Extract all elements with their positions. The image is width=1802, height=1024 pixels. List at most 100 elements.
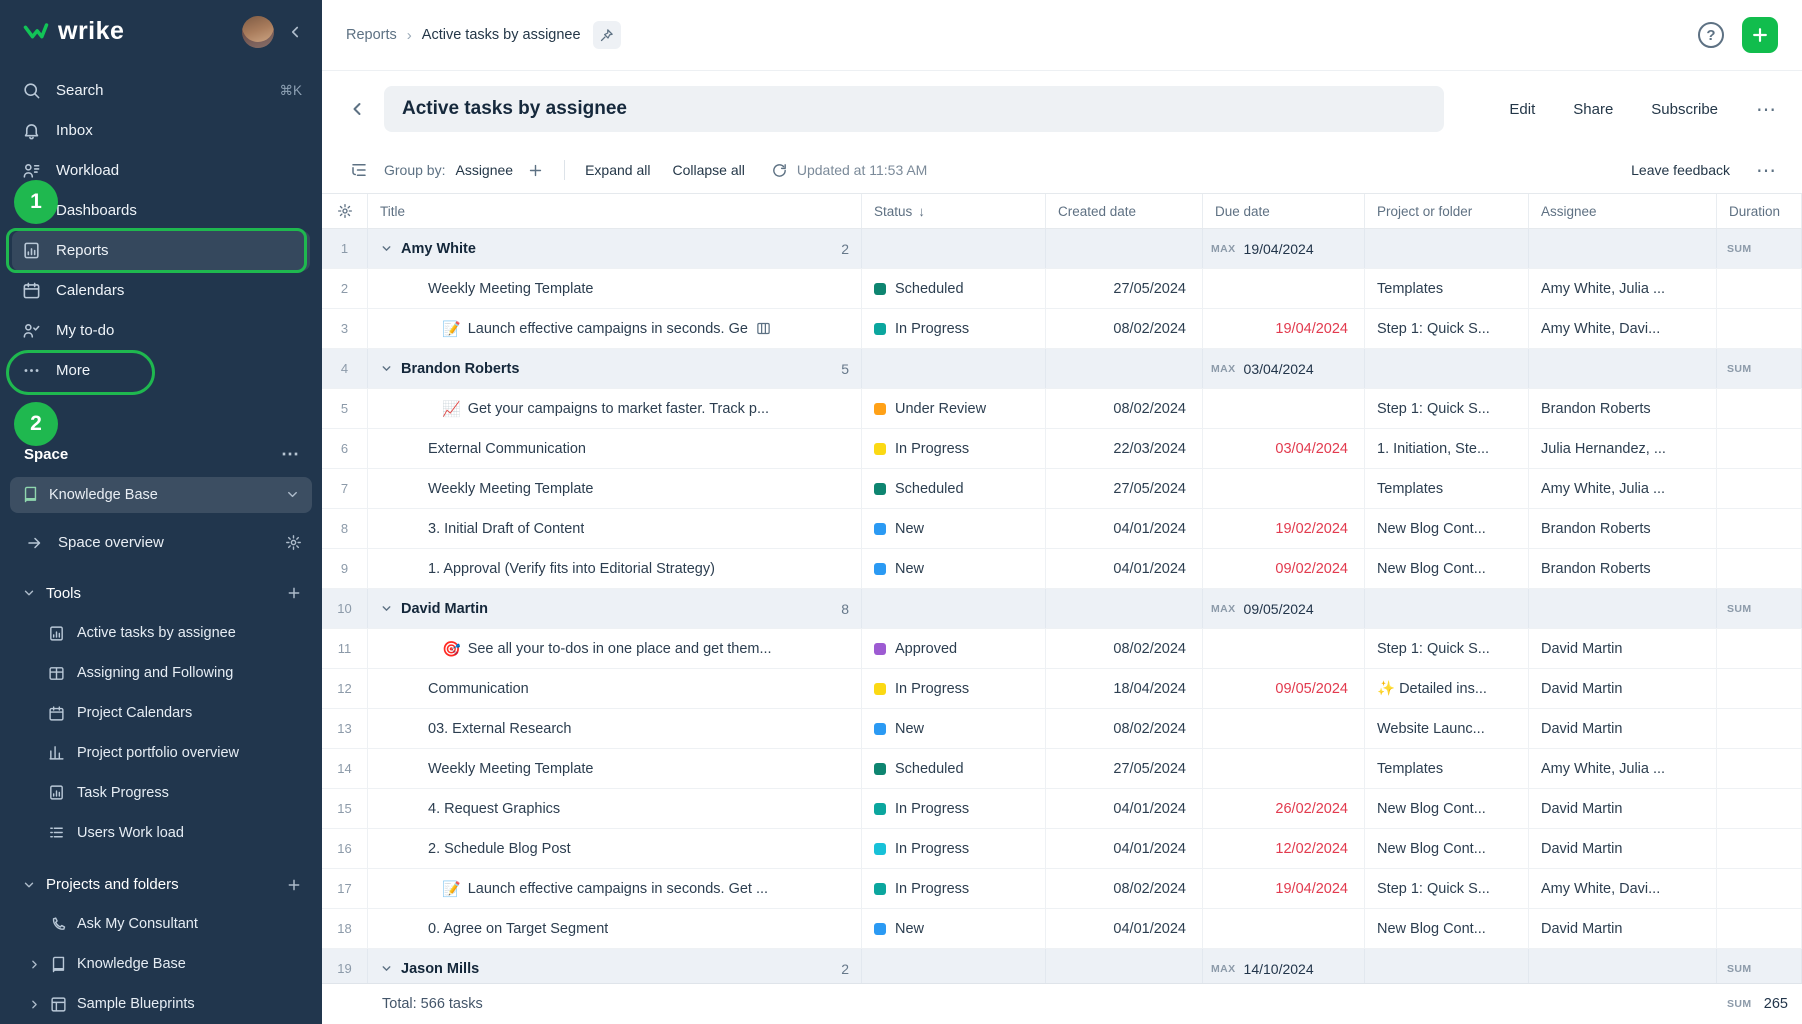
add-project-icon[interactable]	[286, 877, 302, 893]
assignee: David Martin	[1529, 829, 1717, 868]
list-icon	[48, 824, 65, 841]
group-row[interactable]: 10David Martin8MAX09/05/2024SUM	[322, 589, 1802, 629]
status-color-swatch	[874, 843, 886, 855]
column-header-created-date[interactable]: Created date	[1046, 194, 1203, 228]
breadcrumb-reports[interactable]: Reports	[346, 27, 397, 43]
task-row[interactable]: 11🎯See all your to-dos in one place and …	[322, 629, 1802, 669]
group-name: Jason Mills	[401, 961, 479, 977]
column-header-duration[interactable]: Duration	[1717, 194, 1802, 228]
sidebar-item-calendars[interactable]: Calendars	[0, 271, 322, 311]
projects-section-header[interactable]: Projects and folders	[0, 865, 322, 905]
cell-project	[1365, 589, 1529, 628]
sidebar-item-inbox[interactable]: Inbox	[0, 111, 322, 151]
collapse-group-icon[interactable]	[380, 362, 393, 375]
annotation-step-1: 1	[14, 180, 58, 224]
task-row[interactable]: 154. Request GraphicsIn Progress04/01/20…	[322, 789, 1802, 829]
add-grouping-icon[interactable]	[527, 162, 544, 179]
collapse-group-icon[interactable]	[380, 242, 393, 255]
task-row[interactable]: 17📝Launch effective campaigns in seconds…	[322, 869, 1802, 909]
sidebar-item-task-progress[interactable]: Task Progress	[0, 773, 322, 813]
sidebar-item-my-to-do[interactable]: My to-do	[0, 311, 322, 351]
sidebar-item-project-calendars[interactable]: Project Calendars	[0, 693, 322, 733]
target-icon: 🎯	[442, 640, 461, 658]
column-header-assignee[interactable]: Assignee	[1529, 194, 1717, 228]
group-by-value[interactable]: Assignee	[455, 162, 513, 178]
column-header-title[interactable]: Title	[368, 194, 862, 228]
created-date: 04/01/2024	[1046, 509, 1203, 548]
chevron-right-icon[interactable]	[28, 958, 42, 971]
tools-section-header[interactable]: Tools	[0, 573, 322, 613]
space-settings-gear-icon[interactable]	[285, 534, 302, 551]
sidebar-item-active-tasks-by-assignee[interactable]: Active tasks by assignee	[0, 613, 322, 653]
space-menu-icon[interactable]: ⋯	[281, 444, 300, 465]
task-row[interactable]: 83. Initial Draft of ContentNew04/01/202…	[322, 509, 1802, 549]
status-label: Scheduled	[895, 281, 964, 297]
collapse-group-icon[interactable]	[380, 602, 393, 615]
task-row[interactable]: 180. Agree on Target SegmentNew04/01/202…	[322, 909, 1802, 949]
sidebar-item-search[interactable]: Search ⌘K	[0, 71, 322, 111]
cell-title: David Martin8	[368, 589, 862, 628]
cell-num: 15	[322, 789, 368, 828]
sidebar-item-sample-blueprints[interactable]: Sample Blueprints	[0, 984, 322, 1024]
sidebar-nav: Search ⌘K Inbox Workload Dashboards Repo…	[0, 71, 322, 391]
column-header-due-date[interactable]: Due date	[1203, 194, 1365, 228]
collapse-group-icon[interactable]	[380, 962, 393, 975]
help-icon[interactable]: ?	[1698, 22, 1724, 48]
column-header-project-or-folder[interactable]: Project or folder	[1365, 194, 1529, 228]
sidebar-item-project-portfolio-overview[interactable]: Project portfolio overview	[0, 733, 322, 773]
pin-button[interactable]	[593, 21, 621, 49]
sidebar-item-ask-my-consultant[interactable]: Ask My Consultant	[0, 904, 322, 944]
cell-status	[862, 589, 1046, 628]
back-icon[interactable]	[340, 92, 374, 126]
cell-due: MAX03/04/2024	[1203, 349, 1365, 388]
task-row[interactable]: 2Weekly Meeting TemplateScheduled27/05/2…	[322, 269, 1802, 309]
expand-all-button[interactable]: Expand all	[585, 162, 650, 178]
wrike-logo-text: wrike	[58, 17, 124, 46]
group-row[interactable]: 4Brandon Roberts5MAX03/04/2024SUM	[322, 349, 1802, 389]
collapse-all-button[interactable]: Collapse all	[672, 162, 744, 178]
toolbar-more-icon[interactable]: ⋯	[1756, 158, 1778, 183]
sidebar-item-more[interactable]: More	[0, 351, 322, 391]
sidebar-collapse-icon[interactable]	[286, 23, 304, 41]
task-row[interactable]: 5📈Get your campaigns to market faster. T…	[322, 389, 1802, 429]
title-more-icon[interactable]: ⋯	[1756, 97, 1778, 122]
open-in-board-icon[interactable]	[756, 321, 771, 336]
refresh-icon[interactable]	[771, 162, 788, 179]
task-row[interactable]: 14Weekly Meeting TemplateScheduled27/05/…	[322, 749, 1802, 789]
space-selector[interactable]: Knowledge Base	[10, 477, 312, 513]
edit-button[interactable]: Edit	[1509, 101, 1535, 118]
sidebar-item-reports[interactable]: Reports	[12, 231, 310, 271]
task-row[interactable]: 7Weekly Meeting TemplateScheduled27/05/2…	[322, 469, 1802, 509]
cell-num: 9	[322, 549, 368, 588]
search-icon	[22, 81, 42, 100]
task-row[interactable]: 162. Schedule Blog PostIn Progress04/01/…	[322, 829, 1802, 869]
group-row[interactable]: 1Amy White2MAX19/04/2024SUM	[322, 229, 1802, 269]
user-avatar[interactable]	[242, 16, 274, 48]
add-tool-icon[interactable]	[286, 585, 302, 601]
sidebar-item-users-work-load[interactable]: Users Work load	[0, 813, 322, 853]
task-row[interactable]: 3📝Launch effective campaigns in seconds.…	[322, 309, 1802, 349]
sidebar-item-assigning-and-following[interactable]: Assigning and Following	[0, 653, 322, 693]
task-row[interactable]: 12CommunicationIn Progress18/04/202409/0…	[322, 669, 1802, 709]
leave-feedback-button[interactable]: Leave feedback	[1631, 162, 1730, 178]
create-new-button[interactable]	[1742, 17, 1778, 53]
sidebar-item-space-overview[interactable]: Space overview	[0, 523, 322, 563]
report-title-input[interactable]	[384, 86, 1444, 132]
cell-status	[862, 229, 1046, 268]
chevron-down-icon[interactable]	[285, 487, 300, 502]
due-date	[1203, 269, 1365, 308]
table-settings-gear-icon[interactable]	[322, 194, 368, 228]
task-row[interactable]: 1303. External ResearchNew08/02/2024Webs…	[322, 709, 1802, 749]
task-row[interactable]: 91. Approval (Verify fits into Editorial…	[322, 549, 1802, 589]
created-date: 18/04/2024	[1046, 669, 1203, 708]
column-header-status[interactable]: Status↓	[862, 194, 1046, 228]
sidebar-item-knowledge-base[interactable]: Knowledge Base	[0, 944, 322, 984]
due-date: 12/02/2024	[1203, 829, 1365, 868]
share-button[interactable]: Share	[1573, 101, 1613, 118]
chevron-right-icon[interactable]	[28, 998, 42, 1011]
task-row[interactable]: 6External CommunicationIn Progress22/03/…	[322, 429, 1802, 469]
status-label: New	[895, 921, 924, 937]
subscribe-button[interactable]: Subscribe	[1651, 101, 1718, 118]
chevron-down-icon	[22, 878, 36, 892]
task-title: Communication	[428, 681, 529, 697]
